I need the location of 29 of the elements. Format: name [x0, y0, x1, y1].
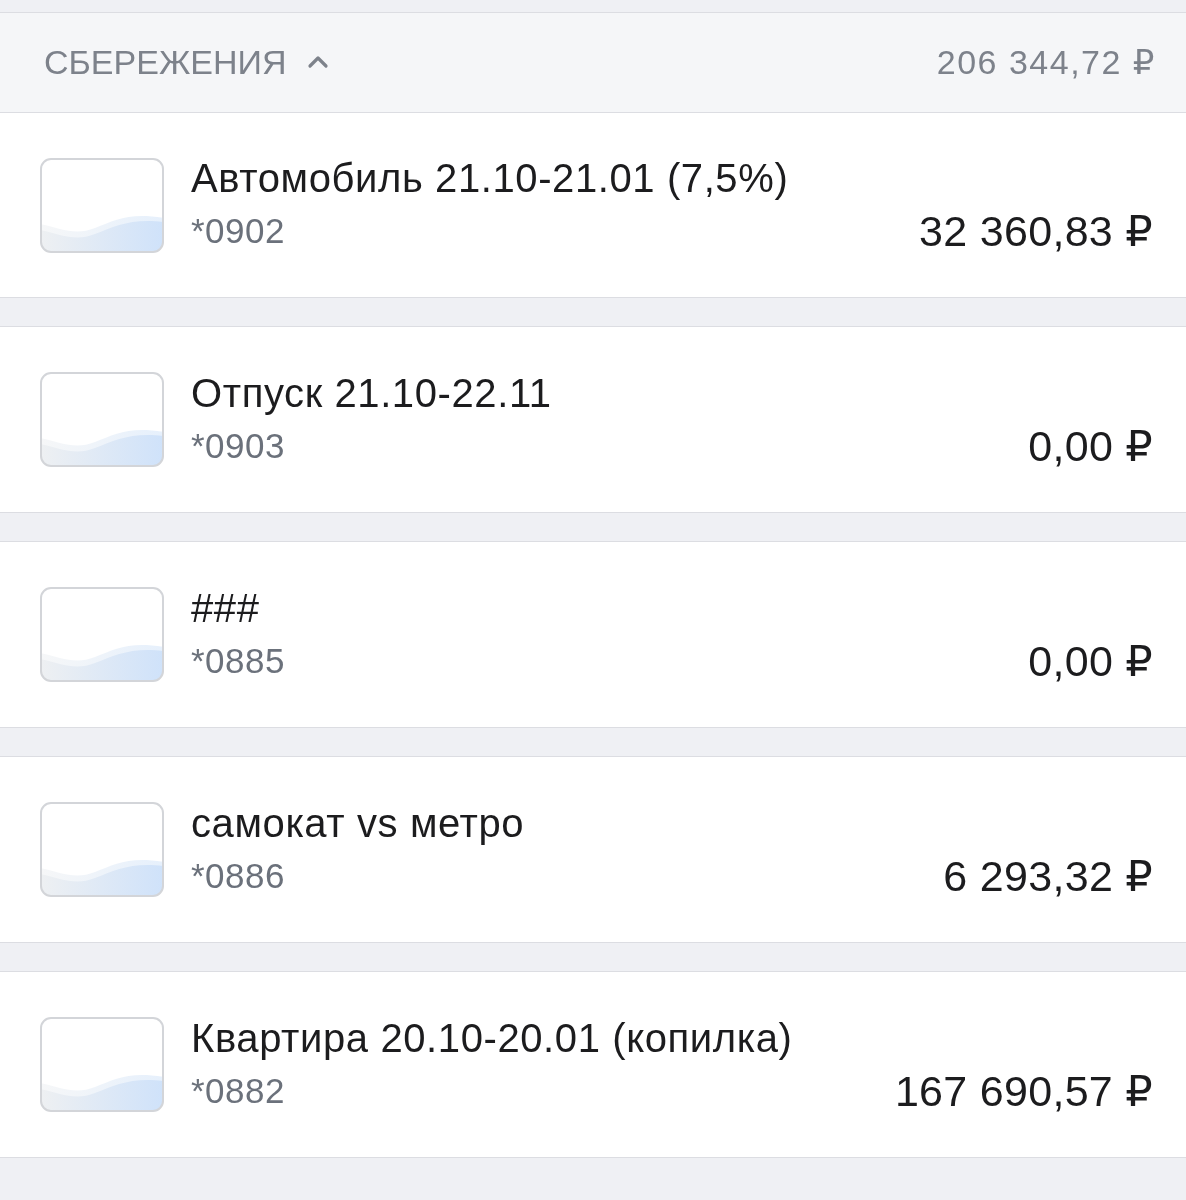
account-balance: 32 360,83 ₽ [919, 206, 1153, 256]
account-number: *0885 [191, 639, 285, 682]
card-thumbnail-icon [40, 587, 164, 682]
section-total: 206 344,72 ₽ [936, 42, 1156, 83]
chevron-up-icon[interactable] [306, 55, 329, 70]
account-number: *0886 [191, 854, 285, 897]
account-name: ### [191, 584, 260, 632]
account-number: *0902 [191, 210, 285, 252]
account-name: Квартира 20.10-20.01 (копилка) [191, 1014, 793, 1062]
card-thumbnail-icon [40, 372, 164, 467]
account-name: Отпуск 21.10-22.11 [191, 369, 552, 417]
section-header[interactable]: СБЕРЕЖЕНИЯ 206 344,72 ₽ [0, 13, 1186, 113]
account-card[interactable]: Отпуск 21.10-22.11 *0903 0,00 ₽ [0, 326, 1186, 513]
account-balance: 6 293,32 ₽ [943, 850, 1153, 901]
card-thumbnail-icon [40, 1017, 164, 1112]
account-number: *0882 [191, 1069, 285, 1112]
account-card[interactable]: самокат vs метро *0886 6 293,32 ₽ [0, 756, 1186, 943]
section-title: СБЕРЕЖЕНИЯ [44, 42, 287, 83]
account-card[interactable]: ### *0885 0,00 ₽ [0, 541, 1186, 728]
account-balance: 0,00 ₽ [1028, 420, 1153, 471]
card-thumbnail-icon [40, 157, 164, 253]
account-balance: 0,00 ₽ [1028, 635, 1153, 686]
account-name: Автомобиль 21.10-21.01 (7,5%) [191, 155, 789, 202]
account-card[interactable]: Квартира 20.10-20.01 (копилка) *0882 167 690,57 ₽ [0, 971, 1186, 1158]
account-name: самокат vs метро [191, 799, 525, 847]
card-thumbnail-icon [40, 802, 164, 897]
account-number: *0903 [191, 424, 285, 467]
account-card[interactable]: Автомобиль 21.10-21.01 (7,5%) *0902 32 360,83 ₽ [0, 113, 1186, 298]
account-balance: 167 690,57 ₽ [894, 1065, 1153, 1116]
